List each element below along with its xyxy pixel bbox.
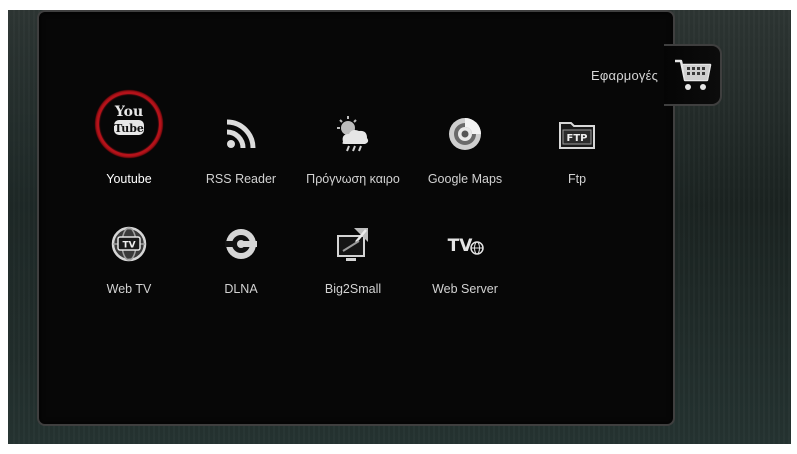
store-tab[interactable] (664, 44, 722, 106)
app-web-server[interactable]: TV Web Server (409, 218, 521, 308)
app-label: DLNA (224, 282, 258, 296)
app-label: Ftp (567, 172, 587, 186)
rss-icon (226, 119, 256, 149)
big2small-icon (337, 228, 368, 261)
ftp-folder-icon: FTP (559, 122, 595, 149)
app-youtube[interactable]: You Tube Youtube (73, 89, 185, 198)
app-label: RSS Reader (205, 172, 277, 186)
app-label: Big2Small (324, 282, 382, 296)
svg-text:You: You (114, 104, 143, 120)
youtube-icon: You Tube (114, 104, 144, 135)
svg-text:FTP: FTP (567, 133, 588, 144)
app-weather[interactable]: Πρόγνωση καιρο (297, 108, 409, 198)
app-label: Web TV (106, 282, 152, 296)
app-big2small[interactable]: Big2Small (297, 218, 409, 308)
shopping-cart-icon (675, 59, 712, 90)
svg-text:TV: TV (448, 236, 474, 256)
app-ftp[interactable]: FTP Ftp (521, 108, 633, 198)
app-google-maps[interactable]: Google Maps (409, 108, 521, 198)
web-server-icon: TV (448, 236, 484, 256)
app-label: Google Maps (427, 172, 503, 186)
weather-icon (337, 116, 369, 152)
svg-text:TV: TV (122, 241, 135, 251)
screen: You Tube Youtube RSS Reader Πρόγνωση και… (8, 10, 791, 444)
svg-text:Tube: Tube (114, 122, 144, 135)
app-label: Web Server (432, 282, 498, 296)
dlna-icon (225, 229, 257, 259)
web-tv-icon: TV (111, 226, 147, 262)
google-maps-icon (449, 118, 481, 150)
applications-panel: You Tube Youtube RSS Reader Πρόγνωση και… (37, 10, 675, 426)
app-label: Youtube (106, 172, 152, 186)
app-dlna[interactable]: DLNA (185, 218, 297, 308)
app-label: Πρόγνωση καιρο (306, 172, 400, 186)
app-web-tv[interactable]: TV Web TV (73, 218, 185, 308)
app-rss-reader[interactable]: RSS Reader (185, 108, 297, 198)
